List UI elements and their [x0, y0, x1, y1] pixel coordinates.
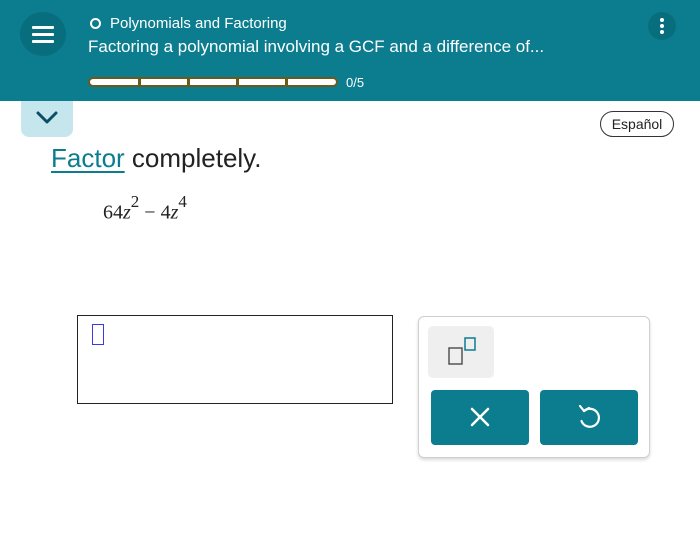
expression-operator: − [139, 201, 161, 224]
problem-instruction: Factor completely. [51, 143, 261, 174]
collapse-header-button[interactable] [21, 101, 73, 137]
instruction-text: completely. [124, 143, 262, 173]
polynomial-expression: 64z2 − 4z4 [103, 192, 187, 225]
progress-segment-divider [236, 77, 239, 87]
undo-button[interactable] [540, 390, 638, 445]
progress-segment-divider [138, 77, 141, 87]
superscript-box-icon [448, 337, 476, 365]
x-icon [470, 407, 490, 427]
hamburger-menu-icon-bar [32, 40, 54, 43]
progress-count: 0/5 [346, 75, 365, 90]
topic-row: Polynomials and Factoring [90, 14, 287, 32]
menu-button[interactable] [20, 12, 66, 56]
hamburger-menu-icon-bar [32, 33, 54, 36]
term1-coefficient: 64 [103, 201, 123, 224]
language-button[interactable]: Español [600, 111, 674, 137]
term2-exponent: 4 [178, 192, 187, 211]
answer-input[interactable] [77, 315, 393, 404]
top-header: Polynomials and Factoring Factoring a po… [0, 0, 700, 101]
progress-segment-divider [187, 77, 190, 87]
term1-exponent: 2 [130, 192, 140, 211]
vertical-dots-icon-dot [660, 24, 664, 28]
topic-title: Polynomials and Factoring [110, 14, 287, 32]
term1-variable: z [123, 201, 131, 224]
more-options-button[interactable] [648, 12, 676, 40]
math-keypad [418, 316, 650, 458]
undo-icon [578, 404, 600, 428]
input-cursor-box [92, 324, 104, 345]
vertical-dots-icon [660, 18, 664, 22]
factor-definition-link[interactable]: Factor [51, 143, 125, 173]
topic-circle-icon [90, 17, 101, 29]
progress-bar [88, 77, 338, 87]
vertical-dots-icon-dot [660, 30, 664, 34]
term2-coefficient: 4 [160, 201, 171, 224]
exponent-button[interactable] [428, 326, 494, 378]
progress-segment-divider [285, 77, 288, 87]
clear-button[interactable] [431, 390, 529, 445]
hamburger-menu-icon [32, 26, 54, 29]
lesson-title: Factoring a polynomial involving a GCF a… [88, 37, 545, 56]
chevron-down-icon [36, 111, 58, 124]
